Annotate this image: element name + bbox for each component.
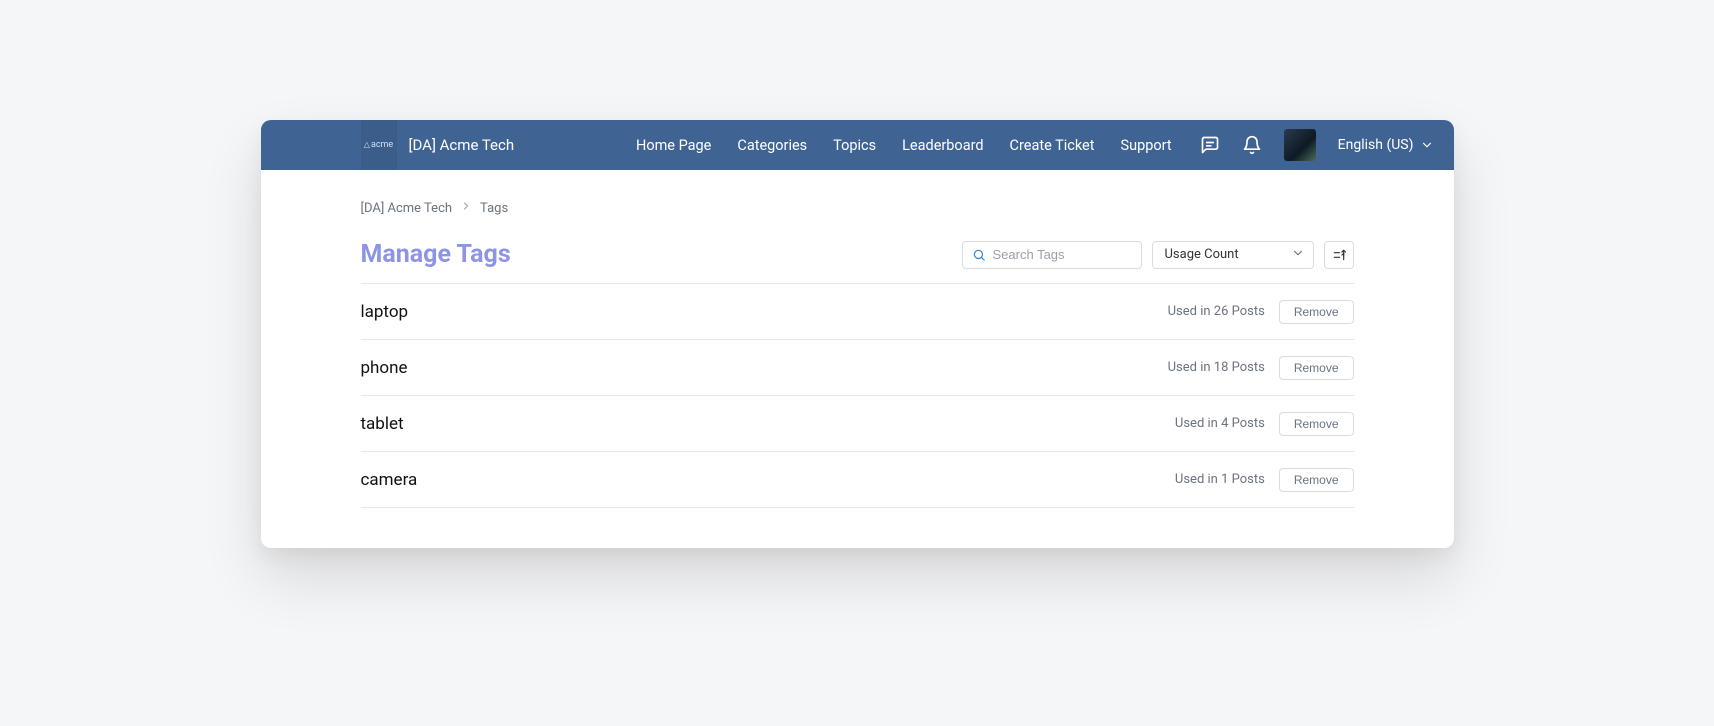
tag-list: laptop Used in 26 Posts Remove phone Use… <box>361 284 1354 508</box>
chevron-down-icon <box>1291 246 1305 264</box>
chevron-right-icon <box>460 200 472 216</box>
nav-home-page[interactable]: Home Page <box>636 137 711 154</box>
topbar-actions: English (US) <box>1200 129 1434 161</box>
tag-usage: Used in 1 Posts <box>1175 472 1265 487</box>
language-label: English (US) <box>1338 137 1414 153</box>
tag-row: tablet Used in 4 Posts Remove <box>361 396 1354 452</box>
tag-name: laptop <box>361 302 409 322</box>
messages-icon[interactable] <box>1200 135 1220 155</box>
remove-button[interactable]: Remove <box>1279 356 1354 380</box>
app-card: acme [DA] Acme Tech Home Page Categories… <box>261 120 1454 548</box>
brand-logo[interactable]: acme <box>361 120 397 170</box>
tag-usage: Used in 26 Posts <box>1168 304 1265 319</box>
bell-icon[interactable] <box>1242 135 1262 155</box>
brand-name[interactable]: [DA] Acme Tech <box>409 136 515 154</box>
page-content: [DA] Acme Tech Tags Manage Tags Usage Co… <box>261 170 1454 548</box>
nav-topics[interactable]: Topics <box>833 137 876 154</box>
nav-categories[interactable]: Categories <box>737 137 807 154</box>
tag-row-actions: Used in 18 Posts Remove <box>1168 356 1354 380</box>
tag-row-actions: Used in 26 Posts Remove <box>1168 300 1354 324</box>
tag-row: camera Used in 1 Posts Remove <box>361 452 1354 508</box>
main-nav: Home Page Categories Topics Leaderboard … <box>636 137 1172 154</box>
remove-button[interactable]: Remove <box>1279 468 1354 492</box>
title-row: Manage Tags Usage Count <box>361 240 1354 284</box>
nav-create-ticket[interactable]: Create Ticket <box>1010 137 1095 154</box>
tag-usage: Used in 18 Posts <box>1168 360 1265 375</box>
sort-select[interactable]: Usage Count <box>1152 241 1314 269</box>
topbar: acme [DA] Acme Tech Home Page Categories… <box>261 120 1454 170</box>
breadcrumb-current: Tags <box>480 201 508 216</box>
search-wrap <box>962 241 1142 269</box>
tag-row-actions: Used in 1 Posts Remove <box>1175 468 1354 492</box>
breadcrumb: [DA] Acme Tech Tags <box>361 200 1354 216</box>
page-title: Manage Tags <box>361 240 511 269</box>
language-selector[interactable]: English (US) <box>1338 137 1434 153</box>
tag-name: tablet <box>361 414 404 434</box>
remove-button[interactable]: Remove <box>1279 412 1354 436</box>
search-input[interactable] <box>962 241 1142 269</box>
remove-button[interactable]: Remove <box>1279 300 1354 324</box>
tag-name: phone <box>361 358 408 378</box>
nav-leaderboard[interactable]: Leaderboard <box>902 137 983 154</box>
brand-logo-text: acme <box>364 140 393 150</box>
tag-name: camera <box>361 470 418 490</box>
controls: Usage Count <box>962 241 1354 269</box>
sort-direction-button[interactable] <box>1324 241 1354 269</box>
nav-support[interactable]: Support <box>1121 137 1172 154</box>
avatar[interactable] <box>1284 129 1316 161</box>
chevron-down-icon <box>1420 138 1434 152</box>
tag-row: phone Used in 18 Posts Remove <box>361 340 1354 396</box>
sort-icon <box>1332 248 1346 262</box>
sort-select-label: Usage Count <box>1165 247 1239 262</box>
tag-row-actions: Used in 4 Posts Remove <box>1175 412 1354 436</box>
tag-row: laptop Used in 26 Posts Remove <box>361 284 1354 340</box>
breadcrumb-root[interactable]: [DA] Acme Tech <box>361 201 453 216</box>
tag-usage: Used in 4 Posts <box>1175 416 1265 431</box>
